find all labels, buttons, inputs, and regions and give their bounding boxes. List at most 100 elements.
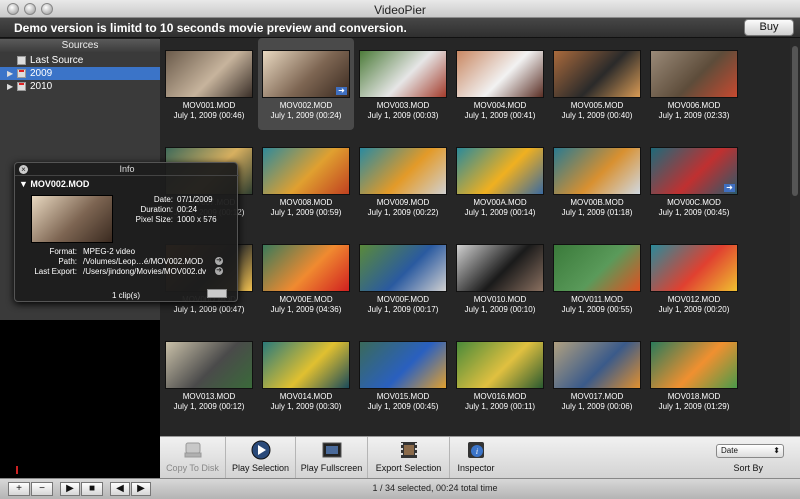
grid-scrollbar[interactable] (790, 38, 800, 436)
clip-thumbnail[interactable] (359, 244, 447, 292)
clip-date: July 1, 2009 (00:59) (270, 208, 342, 217)
source-item-2010[interactable]: ▶ 2010 (0, 80, 160, 93)
format-value: MPEG-2 video (83, 247, 136, 256)
source-item-last-source[interactable]: Last Source (0, 54, 160, 67)
clip-item[interactable]: MOV00F.MOD July 1, 2009 (00:17) (355, 232, 451, 324)
clip-item[interactable]: MOV011.MOD July 1, 2009 (00:55) (549, 232, 645, 324)
clip-item[interactable]: MOV004.MOD July 1, 2009 (00:41) (452, 38, 548, 130)
clip-name: MOV016.MOD (473, 392, 527, 401)
clip-thumbnail[interactable] (650, 244, 738, 292)
clip-item[interactable]: MOV015.MOD July 1, 2009 (00:45) (355, 329, 451, 421)
clip-item[interactable]: MOV003.MOD July 1, 2009 (00:03) (355, 38, 451, 130)
clip-item[interactable]: MOV018.MOD July 1, 2009 (01:29) (646, 329, 742, 421)
sort-by-select[interactable]: Date (716, 444, 784, 458)
clip-item[interactable]: MOV008.MOD July 1, 2009 (00:59) (258, 135, 354, 227)
reveal-path-icon[interactable]: ➜ (215, 257, 223, 265)
clip-thumbnail[interactable] (262, 341, 350, 389)
close-icon[interactable]: × (19, 165, 28, 174)
clip-date: July 1, 2009 (00:20) (658, 305, 730, 314)
clip-item[interactable]: MOV006.MOD July 1, 2009 (02:33) (646, 38, 742, 130)
scrollbar-thumb[interactable] (792, 46, 798, 196)
copy-to-disk-button[interactable]: Copy To Disk (160, 437, 226, 479)
buy-button[interactable]: Buy (744, 19, 794, 36)
clip-item[interactable]: MOV00B.MOD July 1, 2009 (01:18) (549, 135, 645, 227)
clip-item[interactable]: MOV013.MOD July 1, 2009 (00:12) (161, 329, 257, 421)
clip-item[interactable]: ➜ MOV00C.MOD July 1, 2009 (00:45) (646, 135, 742, 227)
clip-item[interactable]: MOV00A.MOD July 1, 2009 (00:14) (452, 135, 548, 227)
clip-item[interactable]: MOV005.MOD July 1, 2009 (00:40) (549, 38, 645, 130)
clip-date: July 1, 2009 (02:33) (658, 111, 730, 120)
export-selection-button[interactable]: Export Selection (368, 437, 450, 479)
clip-item[interactable]: MOV012.MOD July 1, 2009 (00:20) (646, 232, 742, 324)
duration-value: 00:24 (177, 205, 198, 214)
info-file-name[interactable]: ▼ MOV002.MOD (19, 179, 89, 189)
status-bar: + − ▶ ■ ◀ ▶ 1 / 34 selected, 00:24 total… (0, 478, 800, 499)
clip-thumbnail[interactable] (553, 244, 641, 292)
clip-item[interactable]: MOV016.MOD July 1, 2009 (00:11) (452, 329, 548, 421)
reveal-export-icon[interactable]: ➜ (215, 267, 223, 275)
view-toggle-button[interactable] (207, 289, 227, 298)
clip-thumbnail[interactable] (456, 341, 544, 389)
clip-name: MOV004.MOD (473, 101, 527, 110)
clip-date: July 1, 2009 (00:10) (464, 305, 536, 314)
clip-name: MOV002.MOD (279, 101, 333, 110)
source-label: 2009 (30, 68, 53, 79)
arrow-badge-icon: ➜ (724, 184, 735, 192)
demo-message: Demo version is limitd to 10 seconds mov… (14, 21, 407, 35)
clip-thumbnail[interactable] (359, 147, 447, 195)
fullscreen-icon (322, 442, 341, 458)
duration-label: Duration: (140, 205, 173, 214)
clip-date: July 1, 2009 (00:24) (270, 111, 342, 120)
clip-name: MOV003.MOD (376, 101, 430, 110)
clip-thumbnail[interactable] (359, 50, 447, 98)
window-title: VideoPier (374, 3, 426, 17)
clip-thumbnail[interactable] (456, 244, 544, 292)
clip-thumbnail[interactable] (553, 341, 641, 389)
clip-item[interactable]: ➜ MOV002.MOD July 1, 2009 (00:24) (258, 38, 354, 130)
play-fullscreen-button[interactable]: Play Fullscreen (296, 437, 368, 479)
clip-item[interactable]: MOV00E.MOD July 1, 2009 (04:36) (258, 232, 354, 324)
copy-to-disk-label: Copy To Disk (166, 463, 219, 473)
clip-thumbnail[interactable] (165, 50, 253, 98)
inspector-label: Inspector (457, 463, 495, 473)
clip-name: MOV00A.MOD (473, 198, 527, 207)
clip-date: July 1, 2009 (00:11) (464, 402, 536, 411)
clip-item[interactable]: MOV010.MOD July 1, 2009 (00:10) (452, 232, 548, 324)
play-selection-button[interactable]: Play Selection (226, 437, 296, 479)
clip-count: 1 clip(s) (111, 291, 140, 300)
disclosure-triangle-icon[interactable]: ▶ (7, 67, 13, 80)
clip-thumbnail[interactable] (553, 50, 641, 98)
clip-thumbnail[interactable]: ➜ (650, 147, 738, 195)
clip-thumbnail[interactable] (553, 147, 641, 195)
clip-name: MOV017.MOD (570, 392, 624, 401)
clip-thumbnail[interactable] (359, 341, 447, 389)
clip-thumbnail[interactable] (456, 50, 544, 98)
clip-thumbnail[interactable] (650, 50, 738, 98)
clip-item[interactable]: MOV017.MOD July 1, 2009 (00:06) (549, 329, 645, 421)
status-text: 1 / 34 selected, 00:24 total time (372, 483, 498, 493)
clip-thumbnail[interactable] (262, 147, 350, 195)
clip-name: MOV008.MOD (279, 198, 333, 207)
clip-date: July 1, 2009 (01:29) (658, 402, 730, 411)
clip-thumbnail[interactable]: ➜ (262, 50, 350, 98)
clip-date: July 1, 2009 (00:45) (367, 402, 439, 411)
clip-thumbnail[interactable] (262, 244, 350, 292)
last-export-value: /Users/jindong/Movies/MOV002.dv (83, 267, 207, 276)
clip-name: MOV013.MOD (182, 392, 236, 401)
clip-thumbnail[interactable] (456, 147, 544, 195)
clip-item[interactable]: MOV014.MOD July 1, 2009 (00:30) (258, 329, 354, 421)
clip-date: July 1, 2009 (00:55) (561, 305, 633, 314)
clip-date: July 1, 2009 (00:12) (173, 402, 245, 411)
clip-thumbnail[interactable] (650, 341, 738, 389)
clip-name: MOV012.MOD (667, 295, 721, 304)
clip-date: July 1, 2009 (00:22) (367, 208, 439, 217)
bottom-toolbar: Copy To Disk Play Selection Play Fullscr… (160, 436, 800, 479)
clip-date: July 1, 2009 (00:40) (561, 111, 633, 120)
inspector-button[interactable]: i Inspector (450, 437, 502, 479)
clip-thumbnail[interactable] (165, 341, 253, 389)
disclosure-triangle-icon[interactable]: ▶ (7, 80, 13, 93)
clip-name: MOV006.MOD (667, 101, 721, 110)
source-item-2009[interactable]: ▶ 2009 (0, 67, 160, 80)
clip-item[interactable]: MOV001.MOD July 1, 2009 (00:46) (161, 38, 257, 130)
clip-item[interactable]: MOV009.MOD July 1, 2009 (00:22) (355, 135, 451, 227)
